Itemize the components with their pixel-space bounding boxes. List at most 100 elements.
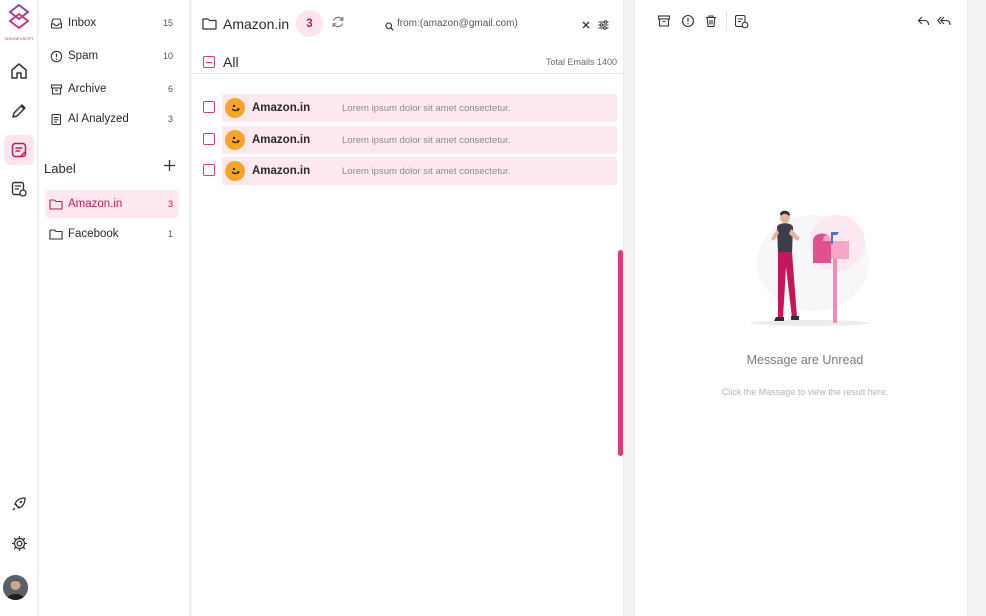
rail-mail[interactable] <box>4 135 34 165</box>
mail-settings-icon <box>11 181 27 197</box>
search-input[interactable] <box>397 14 567 33</box>
rail-settings[interactable] <box>4 528 34 558</box>
email-row[interactable]: Amazon.in Lorem ipsum dolor sit amet con… <box>203 157 617 185</box>
email-sender: Amazon.in <box>252 134 311 146</box>
refresh-button[interactable] <box>331 15 345 34</box>
archive-icon <box>657 15 671 27</box>
empty-state-title: Message are Unread <box>746 353 864 367</box>
label-name: Facebook <box>68 228 119 240</box>
current-folder-title: Amazon.in <box>223 16 290 32</box>
home-icon <box>11 63 27 79</box>
mail-note-icon <box>11 142 27 158</box>
search-bar <box>376 9 616 38</box>
select-all-checkbox[interactable] <box>203 56 215 68</box>
reply-all-icon <box>937 16 951 26</box>
folder-label: Inbox <box>68 17 97 29</box>
alert-circle-icon <box>681 14 695 28</box>
folder-panel: Inbox 15 Spam 10 Archive 6 AI Analyzed 3… <box>39 0 190 616</box>
folder-icon <box>49 197 63 211</box>
rail-home[interactable] <box>4 56 34 86</box>
list-toolbar: Amazon.in 3 <box>192 8 624 40</box>
folder-inbox[interactable]: Inbox 15 <box>45 9 179 37</box>
sliders-icon <box>598 20 609 30</box>
gear-icon <box>11 535 27 551</box>
icon-rail: SHIVDEVSOFT <box>0 0 38 616</box>
folder-spam[interactable]: Spam 10 <box>45 42 179 70</box>
ai-doc-icon <box>49 112 63 126</box>
clear-search-button[interactable] <box>581 17 591 35</box>
mail-app: SHIVDEVSOFT Inbox 15 Spam 10 Archive 6 A… <box>0 0 986 616</box>
email-checkbox[interactable] <box>203 133 215 145</box>
close-icon <box>582 21 590 29</box>
folder-count: 6 <box>167 84 173 94</box>
email-checkbox[interactable] <box>203 101 215 113</box>
brand-logo[interactable]: SHIVDEVSOFT <box>3 3 35 42</box>
email-sender: Amazon.in <box>252 102 311 114</box>
archive-icon <box>49 82 63 96</box>
folder-icon <box>49 227 63 241</box>
email-snippet: Lorem ipsum dolor sit amet consectetur. <box>342 135 511 146</box>
email-row[interactable]: Amazon.in Lorem ipsum dolor sit amet con… <box>203 94 617 122</box>
email-row[interactable]: Amazon.in Lorem ipsum dolor sit amet con… <box>203 126 617 154</box>
inbox-icon <box>49 16 63 30</box>
select-all-row: All Total Emails 1400 <box>192 50 624 74</box>
reading-pane: Message are Unread Click the Massage to … <box>634 0 968 616</box>
spam-button[interactable] <box>680 13 696 29</box>
folder-icon <box>202 17 217 35</box>
label-count: 3 <box>167 199 173 209</box>
label-facebook[interactable]: Facebook 1 <box>45 220 179 248</box>
logo-mark-icon <box>8 3 30 30</box>
email-snippet: Lorem ipsum dolor sit amet consectetur. <box>342 166 511 177</box>
empty-state-illustration <box>745 205 875 332</box>
folder-label: AI Analyzed <box>68 113 129 125</box>
mail-settings-icon <box>734 14 748 28</box>
label-name: Amazon.in <box>68 198 123 210</box>
folder-label: Archive <box>68 83 107 95</box>
refresh-icon <box>332 16 344 28</box>
list-scrollbar[interactable] <box>618 250 623 456</box>
email-sender: Amazon.in <box>252 165 311 177</box>
email-checkbox[interactable] <box>203 164 215 176</box>
pencil-icon <box>12 104 26 118</box>
reply-icon <box>917 16 929 26</box>
rail-rocket[interactable] <box>4 489 34 519</box>
label-count: 1 <box>167 229 173 239</box>
amazon-logo-icon <box>225 130 245 150</box>
rail-compose[interactable] <box>4 96 34 126</box>
mail-settings-button[interactable] <box>733 13 749 29</box>
label-amazon[interactable]: Amazon.in 3 <box>45 190 179 218</box>
reply-all-button[interactable] <box>936 13 952 29</box>
user-photo-icon <box>3 575 28 600</box>
logo-text: SHIVDEVSOFT <box>4 36 34 41</box>
delete-button[interactable] <box>703 13 719 29</box>
toolbar-divider <box>726 11 727 31</box>
reply-button[interactable] <box>915 13 931 29</box>
mail-list-panel: Amazon.in 3 All Total Emails 1400 Amazon… <box>192 0 624 616</box>
folder-ai-analyzed[interactable]: AI Analyzed 3 <box>45 105 179 133</box>
rail-mail-settings[interactable] <box>4 174 34 204</box>
alert-circle-icon <box>49 49 63 63</box>
folder-count: 15 <box>162 18 173 28</box>
folder-count: 10 <box>162 51 173 61</box>
search-icon <box>385 18 394 36</box>
plus-icon <box>164 160 175 171</box>
trash-icon <box>706 15 716 28</box>
label-section-header: Label <box>44 158 176 178</box>
archive-button[interactable] <box>656 13 672 29</box>
email-snippet: Lorem ipsum dolor sit amet consectetur. <box>342 103 511 114</box>
mailbox-illustration-icon <box>750 210 870 326</box>
folder-label: Spam <box>68 50 99 62</box>
total-emails: Total Emails 1400 <box>545 57 617 67</box>
folder-count-badge: 3 <box>296 10 323 37</box>
select-all-label: All <box>223 54 239 70</box>
user-avatar[interactable] <box>3 575 28 600</box>
folder-archive[interactable]: Archive 6 <box>45 75 179 103</box>
filter-button[interactable] <box>598 17 609 35</box>
amazon-logo-icon <box>225 98 245 118</box>
label-heading: Label <box>44 160 76 176</box>
rocket-icon <box>12 497 26 511</box>
add-label-button[interactable] <box>163 159 176 177</box>
amazon-logo-icon <box>225 161 245 181</box>
empty-state-subtitle: Click the Massage to view the result her… <box>721 387 889 397</box>
folder-count: 3 <box>167 114 173 124</box>
